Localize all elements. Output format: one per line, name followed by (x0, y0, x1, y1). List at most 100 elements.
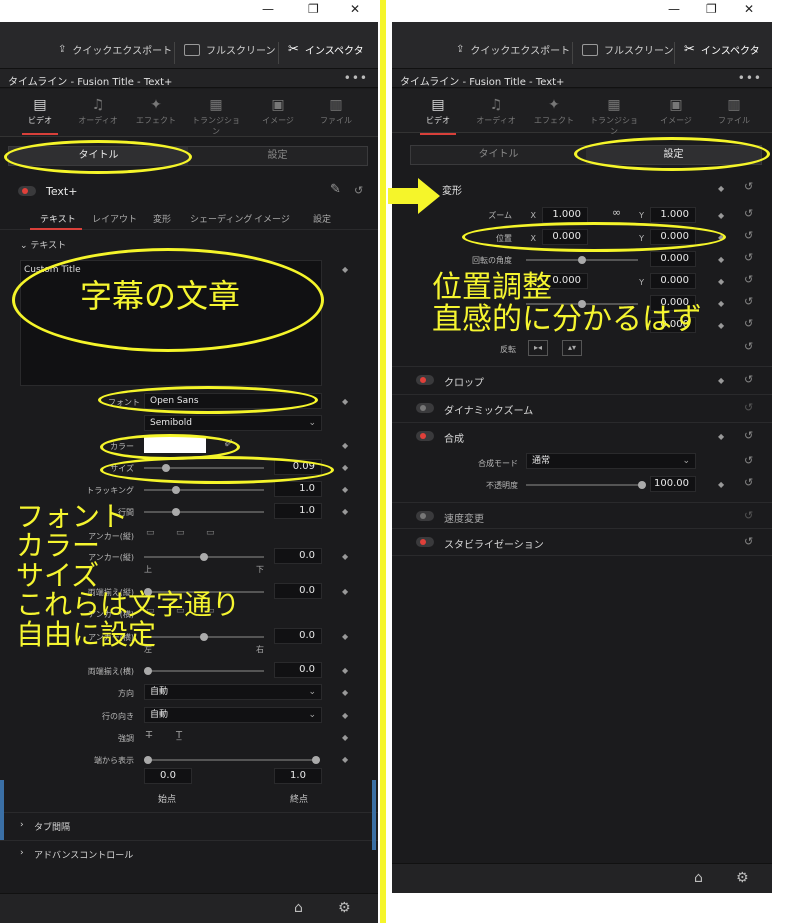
keyframe-icon[interactable]: ◆ (342, 507, 348, 516)
justify-v-input[interactable]: 0.0 (274, 583, 322, 599)
keyframe-icon[interactable]: ◆ (718, 299, 724, 308)
position-x-input[interactable]: 0.000 (542, 229, 588, 245)
restore-button[interactable]: ❐ (308, 2, 319, 16)
font-dropdown[interactable]: Open Sans (144, 393, 322, 409)
opacity-slider[interactable] (526, 481, 646, 489)
composite-toggle[interactable] (416, 431, 434, 441)
close-button[interactable]: ✕ (744, 2, 754, 16)
inspector-button[interactable]: ✂ インスペクタ (288, 42, 364, 57)
slider-knob[interactable] (144, 667, 152, 675)
stabilization-toggle[interactable] (416, 537, 434, 547)
subtab-image[interactable]: イメージ (254, 212, 290, 225)
size-input[interactable]: 0.09 (274, 459, 322, 475)
reset-icon[interactable]: ↺ (744, 535, 753, 548)
keyframe-icon[interactable]: ◆ (718, 184, 724, 193)
keyframe-icon[interactable]: ◆ (718, 233, 724, 242)
slider-knob[interactable] (638, 481, 646, 489)
dynamic-zoom-toggle[interactable] (416, 403, 434, 413)
reset-icon[interactable]: ↺ (744, 207, 753, 220)
color-swatch[interactable] (144, 437, 206, 453)
text-section-header[interactable]: ⌄ テキスト (20, 238, 66, 251)
subtab-shading[interactable]: シェーディング (190, 212, 252, 225)
tab-transition[interactable]: ▦ トランジション (192, 97, 240, 137)
more-options-icon[interactable]: ••• (738, 71, 762, 85)
minimize-button[interactable]: — (668, 2, 680, 16)
keyframe-icon[interactable]: ◆ (718, 277, 724, 286)
keyframe-icon[interactable]: ◆ (342, 397, 348, 406)
tracking-slider[interactable] (144, 486, 264, 494)
subtab-settings[interactable]: 設定 (313, 212, 331, 225)
keyframe-icon[interactable]: ◆ (342, 711, 348, 720)
reset-icon[interactable]: ↺ (744, 180, 753, 193)
write-on-range-slider[interactable] (144, 756, 320, 764)
reset-icon[interactable]: ↺ (744, 340, 753, 353)
tracking-input[interactable]: 1.0 (274, 481, 322, 497)
strikethrough-icon[interactable]: T̶ (146, 730, 152, 741)
start-input[interactable]: 0.0 (144, 768, 192, 784)
keyframe-icon[interactable]: ◆ (342, 441, 348, 450)
anchor-v-input[interactable]: 0.0 (274, 548, 322, 564)
subtab-layout[interactable]: レイアウト (92, 212, 137, 225)
eyedropper-icon[interactable]: ✐ (224, 437, 233, 450)
fusion-wand-icon[interactable]: ✎ (330, 182, 341, 197)
home-icon[interactable]: ⌂ (694, 870, 703, 886)
zoom-y-input[interactable]: 1.000 (650, 207, 696, 223)
anchor-h-input[interactable]: 0.0 (274, 628, 322, 644)
keyframe-icon[interactable]: ◆ (342, 485, 348, 494)
keyframe-icon[interactable]: ◆ (342, 265, 348, 274)
tab-effects[interactable]: ✦ エフェクト (132, 97, 180, 126)
justify-h-slider[interactable] (144, 667, 264, 675)
tab-audio[interactable]: ♫ オーディオ (74, 97, 122, 126)
keyframe-icon[interactable]: ◆ (718, 211, 724, 220)
keyframe-icon[interactable]: ◆ (718, 432, 724, 441)
line-spacing-input[interactable]: 1.0 (274, 503, 322, 519)
size-slider[interactable] (144, 464, 264, 472)
section-label[interactable]: 合成 (444, 430, 464, 445)
crop-toggle[interactable] (416, 375, 434, 385)
tab-transition[interactable]: ▦ トランジション (590, 97, 638, 137)
fullscreen-button[interactable]: フルスクリーン (184, 42, 276, 57)
speed-change-toggle[interactable] (416, 511, 434, 521)
keyframe-icon[interactable]: ◆ (342, 755, 348, 764)
slider-knob[interactable] (312, 756, 320, 764)
link-icon[interactable]: ∞ (612, 206, 621, 219)
tab-spacing-section[interactable]: › タブ間隔 (0, 812, 378, 838)
keyframe-icon[interactable]: ◆ (342, 632, 348, 641)
stabilization-section[interactable]: スタビライゼーション ↺ (392, 528, 772, 556)
tab-image[interactable]: ▣ イメージ (652, 97, 700, 126)
tab-effects[interactable]: ✦ エフェクト (530, 97, 578, 126)
keyframe-icon[interactable]: ◆ (342, 552, 348, 561)
tab-file[interactable]: ▥ ファイル (710, 97, 758, 126)
quick-export-button[interactable]: ⇪ クイックエクスポート (456, 42, 570, 57)
direction-dropdown[interactable]: 自動 ⌄ (144, 684, 322, 700)
end-input[interactable]: 1.0 (274, 768, 322, 784)
segment-settings[interactable]: 設定 (188, 147, 367, 165)
keyframe-icon[interactable]: ◆ (342, 666, 348, 675)
reset-icon[interactable]: ↺ (744, 454, 753, 467)
reset-icon[interactable]: ↺ (744, 476, 753, 489)
reset-icon[interactable]: ↺ (744, 401, 753, 414)
reset-icon[interactable]: ↺ (744, 373, 753, 386)
composite-mode-dropdown[interactable]: 通常 ⌄ (526, 453, 696, 469)
advanced-controls-section[interactable]: › アドバンスコントロール (0, 840, 378, 866)
line-direction-dropdown[interactable]: 自動 ⌄ (144, 707, 322, 723)
rotation-slider[interactable] (526, 256, 638, 264)
subtab-transform[interactable]: 変形 (153, 212, 171, 225)
tab-video[interactable]: ▤ ビデオ (16, 97, 64, 135)
close-button[interactable]: ✕ (350, 2, 360, 16)
reset-icon[interactable]: ↺ (744, 251, 753, 264)
reset-icon[interactable]: ↺ (744, 509, 753, 522)
flip-horizontal-icon[interactable]: ▸◂ (528, 340, 548, 356)
keyframe-icon[interactable]: ◆ (342, 688, 348, 697)
crop-section[interactable]: クロップ ◆ ↺ (392, 366, 772, 394)
transform-section-label[interactable]: 変形 (442, 182, 462, 197)
tab-file[interactable]: ▥ ファイル (312, 97, 360, 126)
underline-icon[interactable]: T̲ (176, 730, 182, 741)
gear-icon[interactable]: ⚙ (338, 900, 351, 916)
font-style-dropdown[interactable]: Semibold ⌄ (144, 415, 322, 431)
segment-title[interactable]: タイトル (9, 147, 188, 165)
position-y-input[interactable]: 0.000 (650, 229, 696, 245)
reset-icon[interactable]: ↺ (744, 229, 753, 242)
reset-icon[interactable]: ↺ (354, 184, 363, 197)
slider-knob[interactable] (578, 256, 586, 264)
